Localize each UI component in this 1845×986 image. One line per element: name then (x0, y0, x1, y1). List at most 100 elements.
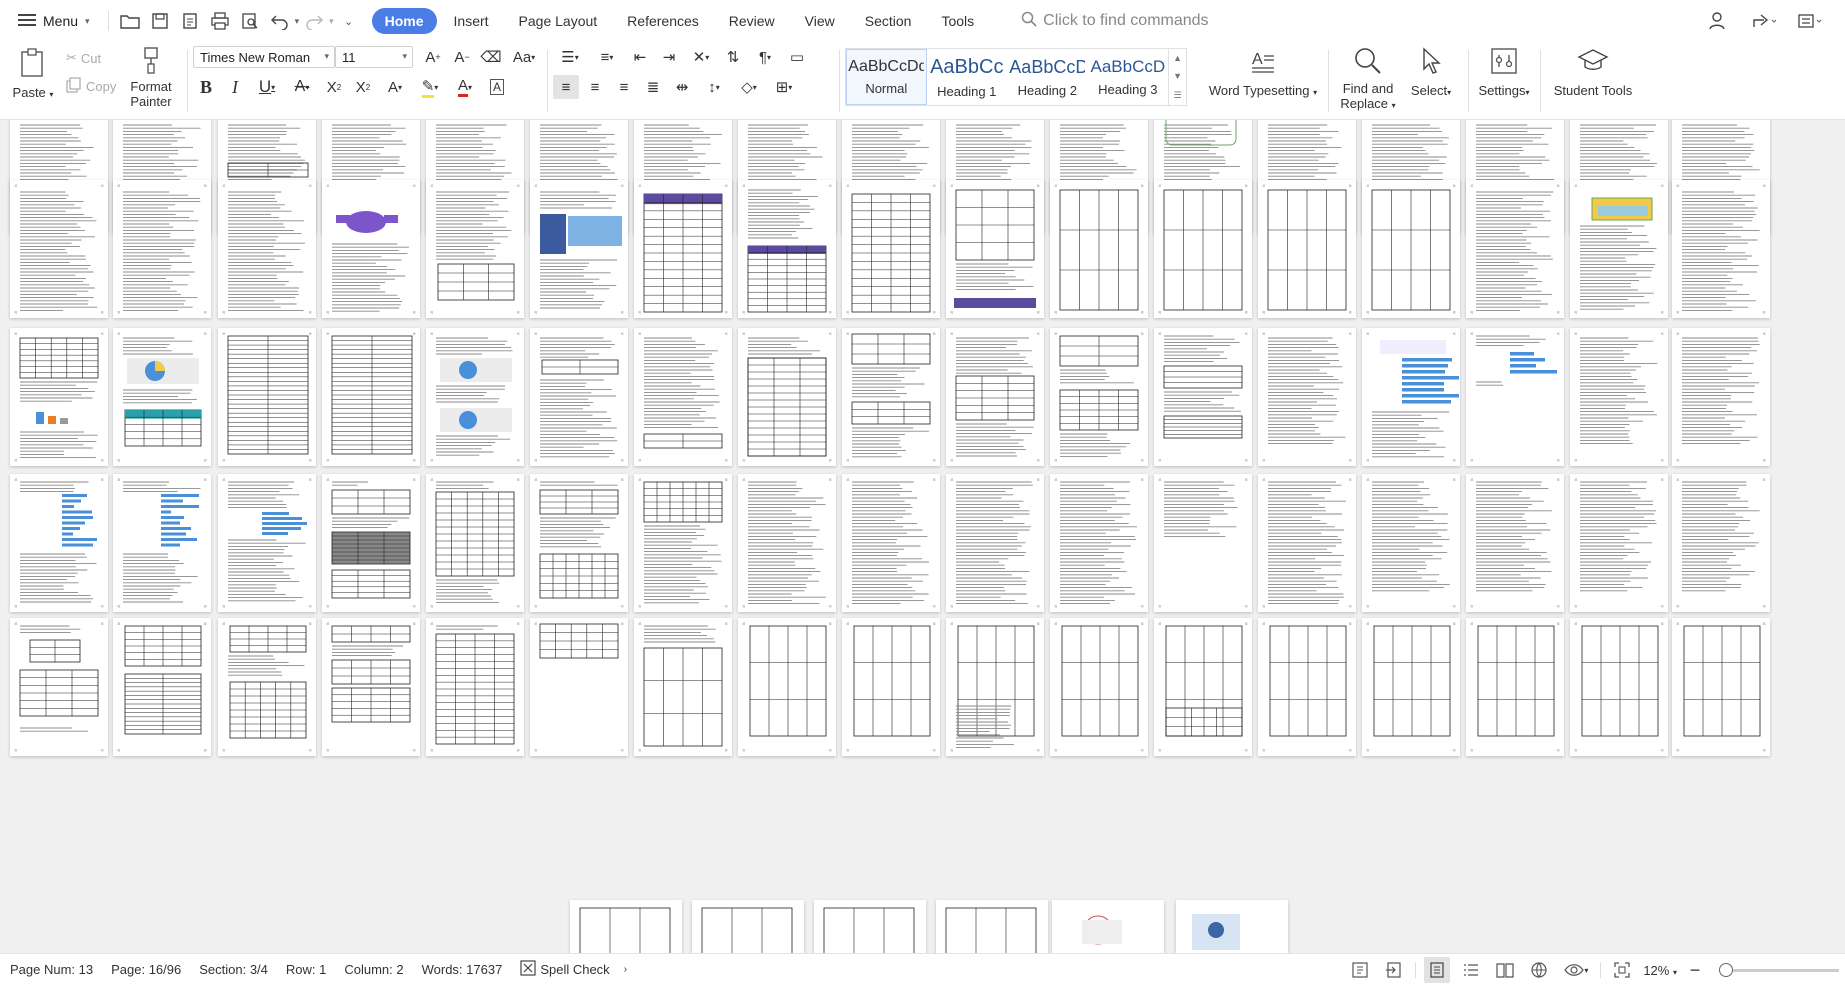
bold-icon[interactable]: B (193, 75, 219, 99)
page-thumbnail[interactable] (946, 180, 1044, 318)
zoom-out-button[interactable]: − (1685, 960, 1705, 981)
justify-icon[interactable]: ≣ (640, 75, 666, 99)
align-right-icon[interactable]: ≡ (611, 75, 637, 99)
redo-icon[interactable] (299, 6, 329, 36)
tab-section[interactable]: Section (852, 8, 925, 34)
page-thumbnail[interactable] (634, 328, 732, 466)
paste-button[interactable]: Paste ▾ (12, 48, 54, 100)
page-thumbnail[interactable] (322, 180, 420, 318)
document-canvas[interactable] (0, 120, 1845, 953)
page-thumbnail[interactable] (1154, 474, 1252, 612)
page-thumbnail[interactable] (322, 328, 420, 466)
text-effects-icon[interactable]: A ▾ (379, 75, 411, 99)
page-thumbnail[interactable] (1052, 900, 1164, 953)
ruler-icon[interactable]: ▭ (784, 45, 810, 69)
page-thumbnail[interactable] (426, 328, 524, 466)
save-icon[interactable] (145, 6, 175, 36)
page-thumbnail[interactable] (1362, 474, 1460, 612)
page-thumbnail[interactable] (113, 180, 211, 318)
tab-tools[interactable]: Tools (928, 8, 987, 34)
page-thumbnail[interactable] (634, 618, 732, 756)
align-left-icon[interactable]: ≡ (553, 75, 579, 99)
page-thumbnail[interactable] (10, 474, 108, 612)
page-thumbnail[interactable] (1050, 474, 1148, 612)
page-thumbnail[interactable] (426, 618, 524, 756)
character-border-icon[interactable]: A (484, 75, 510, 99)
chevron-up-icon[interactable]: ▲ (1173, 53, 1182, 63)
page-thumbnail[interactable] (1672, 180, 1770, 318)
page-thumbnail[interactable] (530, 180, 628, 318)
word-typesetting-button[interactable]: A Word Typesetting ▾ (1208, 46, 1318, 98)
style-heading-1[interactable]: AaBbCc Heading 1 (927, 49, 1008, 105)
underline-icon[interactable]: U ▾ (251, 75, 283, 99)
tab-references[interactable]: References (614, 8, 712, 34)
line-spacing-icon[interactable]: ↕ ▾ (698, 75, 730, 99)
strikethrough-icon[interactable]: A ▾ (286, 75, 318, 99)
font-color-icon[interactable]: A ▾ (449, 75, 481, 99)
page-thumbnail[interactable] (1258, 328, 1356, 466)
fit-page-icon[interactable] (1609, 957, 1635, 983)
show-marks-icon[interactable]: ¶ ▾ (749, 45, 781, 69)
styles-scroll[interactable]: ▲ ▼ ☰ (1168, 49, 1186, 105)
clear-format-icon[interactable]: ⌫ (478, 45, 504, 69)
more-options-icon[interactable] (1795, 6, 1825, 36)
style-normal[interactable]: AaBbCcDd Normal (846, 49, 927, 105)
status-section[interactable]: Section: 3/4 (199, 962, 268, 977)
page-thumbnail[interactable] (936, 900, 1048, 953)
page-thumbnail[interactable] (426, 474, 524, 612)
page-thumbnail[interactable] (738, 618, 836, 756)
page-thumbnail[interactable] (218, 618, 316, 756)
grow-font-icon[interactable]: A + (420, 45, 446, 69)
spell-check-button[interactable]: Spell Check › (520, 960, 627, 979)
style-heading-2[interactable]: AaBbCcD Heading 2 (1007, 49, 1088, 105)
page-thumbnail[interactable] (946, 328, 1044, 466)
page-thumbnail[interactable] (1154, 180, 1252, 318)
page-thumbnail[interactable] (814, 900, 926, 953)
shrink-font-icon[interactable]: A − (449, 45, 475, 69)
increase-indent-icon[interactable]: ⇥ (656, 45, 682, 69)
tab-view[interactable]: View (792, 8, 848, 34)
page-view-icon[interactable] (1424, 957, 1451, 983)
page-thumbnail[interactable] (1362, 618, 1460, 756)
change-case-icon[interactable]: Aa ▾ (507, 45, 541, 69)
page-thumbnail[interactable] (692, 900, 804, 953)
settings-button[interactable]: Settings▾ (1474, 46, 1534, 98)
format-painter-button[interactable]: Format Painter (126, 46, 176, 109)
page-thumbnail[interactable] (426, 180, 524, 318)
font-size-select[interactable]: 11 ▾ (335, 46, 413, 68)
bullets-icon[interactable]: ☰ ▾ (553, 45, 587, 69)
page-thumbnail[interactable] (842, 474, 940, 612)
page-thumbnail[interactable] (1570, 180, 1668, 318)
page-thumbnail[interactable] (1570, 328, 1668, 466)
subscript-icon[interactable]: X2 (350, 75, 376, 99)
page-thumbnail[interactable] (10, 180, 108, 318)
find-replace-button[interactable]: Find and Replace ▾ (1338, 46, 1398, 111)
customize-toolbar-icon[interactable]: ⌄ (334, 6, 364, 36)
page-thumbnail[interactable] (113, 328, 211, 466)
page-thumbnail[interactable] (1154, 618, 1252, 756)
student-tools-button[interactable]: Student Tools (1546, 46, 1640, 98)
page-thumbnail[interactable] (1362, 180, 1460, 318)
page-thumbnail[interactable] (1154, 328, 1252, 466)
borders-icon[interactable]: ⊞ ▾ (768, 75, 800, 99)
italic-icon[interactable]: I (222, 75, 248, 99)
outline-icon[interactable] (1347, 957, 1373, 983)
distributed-icon[interactable]: ⇹ (669, 75, 695, 99)
zoom-slider[interactable] (1719, 962, 1839, 977)
page-thumbnail[interactable] (1466, 180, 1564, 318)
share-user-icon[interactable] (1703, 6, 1733, 36)
page-thumbnail[interactable] (1050, 618, 1148, 756)
page-thumbnail[interactable] (1258, 180, 1356, 318)
cut-button[interactable]: ✂ Cut (66, 50, 101, 66)
expand-icon[interactable]: ☰ (1173, 90, 1181, 101)
eye-protection-icon[interactable]: ▾ (1560, 957, 1592, 983)
export-icon[interactable] (1381, 957, 1407, 983)
zoom-level[interactable]: 12% ▾ (1643, 963, 1677, 978)
page-thumbnail[interactable] (322, 618, 420, 756)
sort-icon[interactable]: ⇅ (720, 45, 746, 69)
page-thumbnail[interactable] (113, 474, 211, 612)
style-heading-3[interactable]: AaBbCcD Heading 3 (1088, 49, 1169, 105)
page-thumbnail[interactable] (10, 328, 108, 466)
tab-page-layout[interactable]: Page Layout (506, 8, 611, 34)
numbering-icon[interactable]: ≡ ▾ (590, 45, 624, 69)
